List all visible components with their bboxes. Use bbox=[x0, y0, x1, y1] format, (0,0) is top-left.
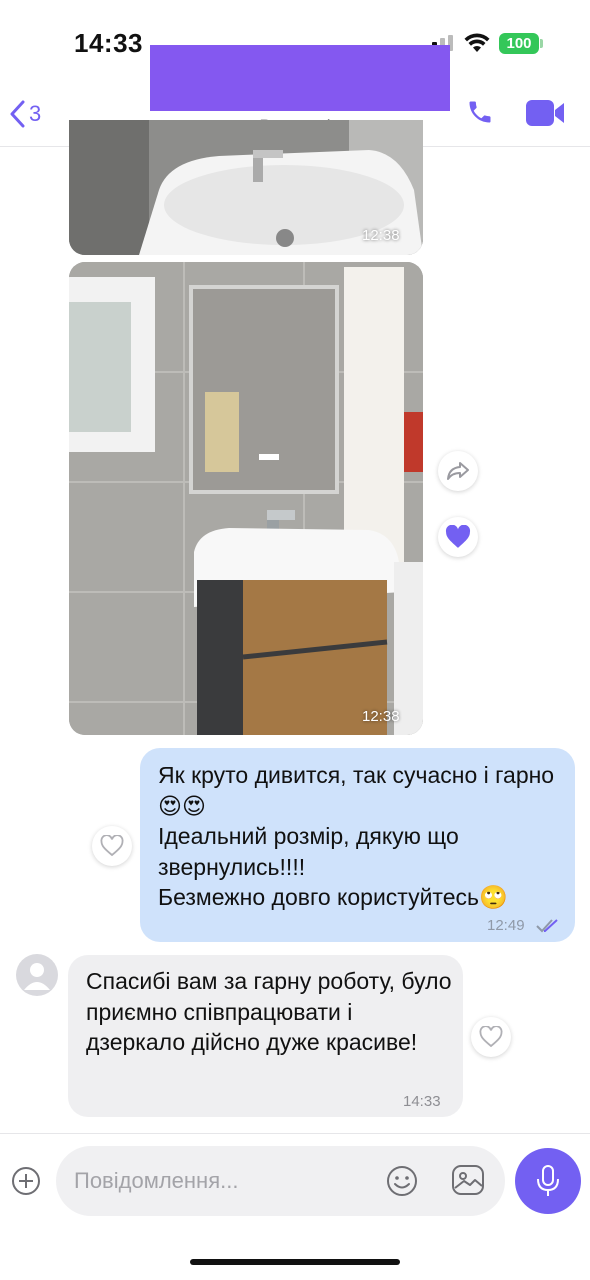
microphone-icon bbox=[537, 1165, 559, 1196]
outgoing-message-text: Як круто дивится, так сучасно і гарно😍😍 … bbox=[158, 762, 555, 910]
voice-message-button[interactable] bbox=[515, 1148, 581, 1214]
incoming-message-text: Спасибі вам за гарну роботу, було приємн… bbox=[86, 968, 452, 1055]
home-indicator bbox=[190, 1259, 400, 1265]
battery-level: 100 bbox=[499, 33, 539, 54]
forward-button[interactable] bbox=[438, 451, 478, 491]
default-avatar-icon bbox=[24, 963, 50, 990]
battery-tip bbox=[540, 39, 543, 48]
like-button-active[interactable] bbox=[438, 517, 478, 557]
message-timestamp: 14:33 bbox=[403, 1093, 441, 1110]
message-timestamp: 12:49 bbox=[487, 917, 525, 934]
avatar[interactable] bbox=[16, 954, 58, 996]
like-button[interactable] bbox=[471, 1017, 511, 1057]
forward-arrow-icon bbox=[447, 462, 469, 480]
phone-call-icon[interactable] bbox=[466, 98, 494, 126]
heart-outline-icon bbox=[100, 835, 124, 857]
emoji-icon[interactable] bbox=[386, 1165, 418, 1197]
sticker-gallery-icon[interactable] bbox=[451, 1164, 485, 1196]
photo-message-sink-closeup[interactable]: 12:38 bbox=[69, 120, 423, 255]
wifi-icon bbox=[464, 33, 490, 52]
photo-message-bathroom-vanity[interactable]: 12:38 bbox=[69, 262, 423, 735]
bathroom-vanity-image bbox=[69, 262, 423, 735]
add-attachment-icon[interactable] bbox=[11, 1166, 41, 1196]
heart-outline-icon bbox=[479, 1026, 503, 1048]
double-check-read-icon bbox=[536, 919, 558, 933]
contact-name-redacted bbox=[150, 45, 450, 111]
image-timestamp: 12:38 bbox=[362, 708, 400, 725]
composer-divider bbox=[0, 1133, 590, 1134]
like-button[interactable] bbox=[92, 826, 132, 866]
status-time: 14:33 bbox=[74, 28, 143, 58]
heart-filled-icon bbox=[445, 525, 471, 548]
video-call-icon[interactable] bbox=[524, 98, 566, 128]
image-timestamp: 12:38 bbox=[362, 227, 400, 244]
message-input-placeholder: Повідомлення... bbox=[74, 1168, 239, 1193]
